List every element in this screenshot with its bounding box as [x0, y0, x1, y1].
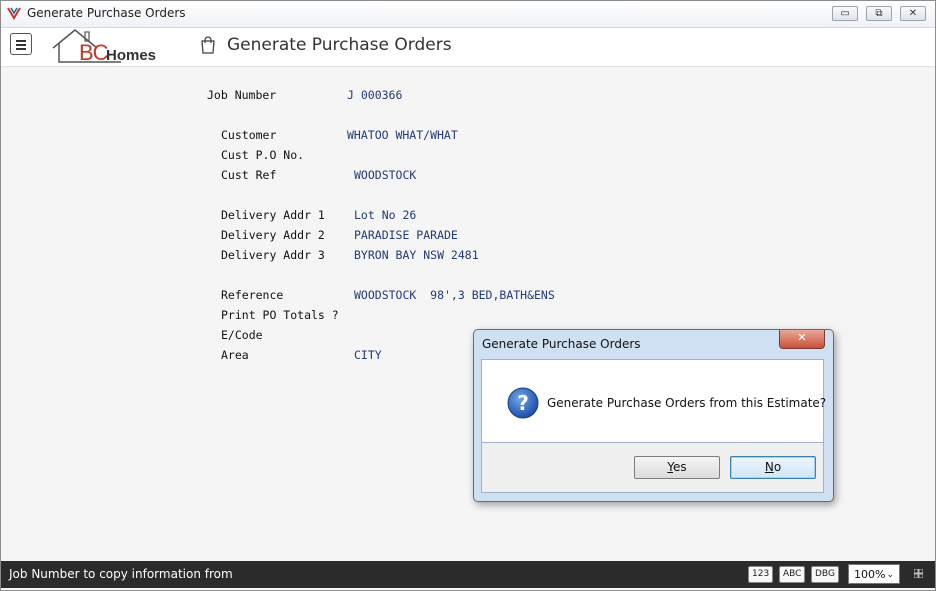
close-icon: ✕ — [908, 8, 918, 19]
delivery-addr-1-label: Delivery Addr 1 — [221, 208, 325, 222]
delivery-addr-2-field[interactable]: PARADISE PARADE — [354, 228, 458, 242]
minimize-icon: ▭ — [840, 8, 850, 19]
close-icon: ✕ — [797, 331, 807, 344]
yes-button[interactable]: Yes — [634, 456, 720, 479]
question-icon: ? — [507, 387, 539, 419]
job-number-label: Job Number — [207, 88, 277, 102]
ecode-label: E/Code — [221, 328, 263, 342]
title-bar[interactable]: Generate Purchase Orders ▭ ⧉ ✕ — [1, 1, 935, 28]
job-number-field[interactable]: J 000366 — [347, 88, 402, 102]
reference-field[interactable]: WOODSTOCK 98',3 BED,BATH&ENS — [354, 288, 555, 302]
app-header: BC Homes Generate Purchase Orders — [1, 28, 935, 67]
bag-icon — [201, 36, 215, 54]
no-button[interactable]: No — [730, 456, 816, 479]
dialog-body: ? Generate Purchase Orders from this Est… — [481, 359, 827, 443]
numeric-mode-badge[interactable]: 123 — [748, 566, 774, 583]
cust-ref-label: Cust Ref — [221, 168, 277, 182]
no-label: o — [773, 460, 782, 474]
delivery-addr-2-label: Delivery Addr 2 — [221, 228, 325, 242]
chevron-down-icon: ⌄ — [886, 570, 894, 580]
dialog-message: Generate Purchase Orders from this Estim… — [547, 396, 827, 410]
delivery-addr-3-label: Delivery Addr 3 — [221, 248, 325, 262]
no-accelerator: N — [764, 460, 774, 474]
status-bar: Job Number to copy information from 123 … — [1, 561, 935, 588]
zoom-select[interactable]: 100% ⌄ — [848, 564, 900, 584]
menu-icon-line — [16, 48, 26, 50]
grid-icon[interactable] — [914, 569, 923, 578]
company-logo: BC Homes — [51, 28, 171, 65]
logo-homes-text: Homes — [106, 47, 157, 64]
confirm-dialog: Generate Purchase Orders ✕ ? Generate Pu… — [473, 329, 834, 502]
cust-ref-field[interactable]: WOODSTOCK — [354, 168, 416, 182]
status-message: Job Number to copy information from — [9, 567, 233, 581]
delivery-addr-3-field[interactable]: BYRON BAY NSW 2481 — [354, 248, 479, 262]
area-label: Area — [221, 348, 249, 362]
menu-icon-line — [16, 44, 26, 46]
restore-button[interactable]: ⧉ — [866, 6, 892, 21]
reference-label: Reference — [221, 288, 284, 302]
close-button[interactable]: ✕ — [900, 6, 926, 21]
cust-po-label: Cust P.O No. — [221, 148, 305, 162]
yes-label: es — [673, 460, 687, 474]
debug-badge[interactable]: DBG — [811, 566, 839, 583]
alpha-mode-badge[interactable]: ABC — [779, 566, 806, 583]
app-window: Generate Purchase Orders ▭ ⧉ ✕ BC Homes … — [0, 0, 936, 591]
customer-field[interactable]: WHATOO WHAT/WHAT — [347, 128, 458, 142]
page-title: Generate Purchase Orders — [227, 35, 452, 55]
menu-icon — [16, 40, 26, 42]
customer-label: Customer — [221, 128, 277, 142]
svg-text:?: ? — [517, 391, 529, 415]
logo-bc-text: BC — [79, 40, 109, 65]
app-icon — [7, 7, 21, 20]
restore-icon: ⧉ — [875, 8, 883, 19]
dialog-close-button[interactable]: ✕ — [779, 330, 825, 349]
minimize-button[interactable]: ▭ — [832, 6, 858, 21]
print-po-totals-label: Print PO Totals ? — [221, 308, 339, 322]
zoom-value: 100% — [854, 568, 886, 581]
dialog-title: Generate Purchase Orders — [482, 337, 641, 351]
dialog-footer: Yes No — [481, 443, 824, 493]
delivery-addr-1-field[interactable]: Lot No 26 — [354, 208, 416, 222]
area-field[interactable]: CITY — [354, 348, 382, 362]
menu-button[interactable] — [10, 33, 32, 55]
window-title: Generate Purchase Orders — [27, 6, 186, 20]
